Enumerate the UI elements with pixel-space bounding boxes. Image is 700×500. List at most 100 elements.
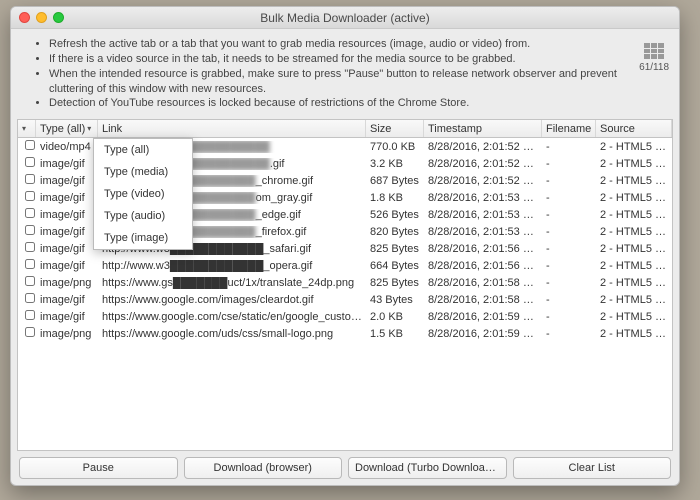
window-maximize-button[interactable] (53, 12, 64, 23)
cell-timestamp: 8/28/2016, 2:01:52 PM (424, 141, 542, 153)
cell-filename: - (542, 209, 596, 221)
row-checkbox[interactable] (25, 140, 35, 150)
cell-size: 770.0 KB (366, 141, 424, 153)
cell-filename: - (542, 260, 596, 272)
cell-filename: - (542, 243, 596, 255)
cell-source: 2 - HTML5 Video (596, 294, 672, 306)
column-type[interactable]: Type (all) ▾ (36, 120, 98, 137)
cell-source: 2 - HTML5 Video (596, 226, 672, 238)
cell-link: https://www.google.com/uds/css/small-log… (98, 328, 366, 340)
counter-text: 61/118 (639, 61, 669, 75)
cell-source: 2 - HTML5 Video (596, 209, 672, 221)
download-tdm-button[interactable]: Download (Turbo Download Mana... (348, 457, 507, 479)
media-table: ▾ Type (all) ▾ Link Size Timestamp Filen… (17, 119, 673, 451)
cell-size: 825 Bytes (366, 243, 424, 255)
counter-widget[interactable]: 61/118 (639, 43, 669, 75)
dropdown-item-media[interactable]: Type (media) (94, 161, 192, 183)
instructions-panel: Refresh the active tab or a tab that you… (11, 29, 679, 119)
row-checkbox[interactable] (25, 259, 35, 269)
cell-size: 1.5 KB (366, 328, 424, 340)
chevron-down-icon: ▾ (22, 124, 26, 133)
cell-filename: - (542, 192, 596, 204)
cell-type: video/mp4 (36, 141, 98, 153)
cell-type: image/png (36, 328, 98, 340)
instruction-item: If there is a video source in the tab, i… (49, 52, 619, 67)
table-row[interactable]: image/gifhttps://www.google.com/cse/stat… (18, 308, 672, 325)
pause-button[interactable]: Pause (19, 457, 178, 479)
cell-link: http://www.w3████████████_opera.gif (98, 260, 366, 272)
cell-type: image/gif (36, 209, 98, 221)
window-close-button[interactable] (19, 12, 30, 23)
cell-size: 3.2 KB (366, 158, 424, 170)
table-row[interactable]: image/gifhttps://www.google.com/images/c… (18, 291, 672, 308)
cell-size: 43 Bytes (366, 294, 424, 306)
cell-filename: - (542, 294, 596, 306)
window-title: Bulk Media Downloader (active) (11, 11, 679, 25)
row-checkbox[interactable] (25, 327, 35, 337)
cell-timestamp: 8/28/2016, 2:01:58 PM (424, 277, 542, 289)
cell-type: image/gif (36, 226, 98, 238)
cell-filename: - (542, 226, 596, 238)
cell-size: 1.8 KB (366, 192, 424, 204)
column-filename[interactable]: Filename (542, 120, 596, 137)
table-row[interactable]: image/gifhttp://www.w3████████████_opera… (18, 257, 672, 274)
row-checkbox[interactable] (25, 208, 35, 218)
cell-type: image/gif (36, 158, 98, 170)
window-minimize-button[interactable] (36, 12, 47, 23)
cell-timestamp: 8/28/2016, 2:01:59 PM (424, 328, 542, 340)
column-source[interactable]: Source (596, 120, 672, 137)
instruction-item: Detection of YouTube resources is locked… (49, 96, 619, 111)
titlebar: Bulk Media Downloader (active) (11, 7, 679, 29)
cell-timestamp: 8/28/2016, 2:01:53 PM (424, 226, 542, 238)
cell-size: 825 Bytes (366, 277, 424, 289)
cell-type: image/gif (36, 192, 98, 204)
table-header: ▾ Type (all) ▾ Link Size Timestamp Filen… (18, 120, 672, 138)
row-checkbox[interactable] (25, 191, 35, 201)
cell-type: image/gif (36, 294, 98, 306)
cell-timestamp: 8/28/2016, 2:01:58 PM (424, 294, 542, 306)
cell-timestamp: 8/28/2016, 2:01:56 PM (424, 243, 542, 255)
cell-filename: - (542, 311, 596, 323)
cell-size: 664 Bytes (366, 260, 424, 272)
cell-filename: - (542, 328, 596, 340)
table-row[interactable]: image/pnghttps://www.google.com/uds/css/… (18, 325, 672, 342)
cell-size: 2.0 KB (366, 311, 424, 323)
column-link[interactable]: Link (98, 120, 366, 137)
footer-toolbar: Pause Download (browser) Download (Turbo… (11, 451, 679, 485)
cell-link: https://www.google.com/images/cleardot.g… (98, 294, 366, 306)
cell-source: 2 - HTML5 Video (596, 243, 672, 255)
instruction-item: Refresh the active tab or a tab that you… (49, 37, 619, 52)
column-size[interactable]: Size (366, 120, 424, 137)
cell-type: image/gif (36, 260, 98, 272)
app-window: Bulk Media Downloader (active) Refresh t… (10, 6, 680, 486)
download-browser-button[interactable]: Download (browser) (184, 457, 343, 479)
clear-list-button[interactable]: Clear List (513, 457, 672, 479)
row-checkbox[interactable] (25, 225, 35, 235)
row-checkbox[interactable] (25, 293, 35, 303)
cell-timestamp: 8/28/2016, 2:01:52 PM (424, 158, 542, 170)
cell-type: image/gif (36, 243, 98, 255)
instruction-item: When the intended resource is grabbed, m… (49, 67, 619, 97)
cell-source: 2 - HTML5 Video (596, 192, 672, 204)
dropdown-item-image[interactable]: Type (image) (94, 227, 192, 249)
cell-type: image/png (36, 277, 98, 289)
dropdown-item-audio[interactable]: Type (audio) (94, 205, 192, 227)
dropdown-item-video[interactable]: Type (video) (94, 183, 192, 205)
table-row[interactable]: image/pnghttps://www.gs███████uct/1x/tra… (18, 274, 672, 291)
cell-type: image/gif (36, 311, 98, 323)
column-timestamp[interactable]: Timestamp (424, 120, 542, 137)
row-checkbox[interactable] (25, 276, 35, 286)
cell-timestamp: 8/28/2016, 2:01:52 PM (424, 175, 542, 187)
row-checkbox[interactable] (25, 157, 35, 167)
row-checkbox[interactable] (25, 174, 35, 184)
row-checkbox[interactable] (25, 310, 35, 320)
chevron-down-icon: ▾ (87, 124, 91, 133)
cell-link: https://www.gs███████uct/1x/translate_24… (98, 277, 366, 289)
cell-filename: - (542, 175, 596, 187)
cell-timestamp: 8/28/2016, 2:01:59 PM (424, 311, 542, 323)
dropdown-item-all[interactable]: Type (all) (94, 139, 192, 161)
cell-link: https://www.google.com/cse/static/en/goo… (98, 311, 366, 323)
cell-size: 820 Bytes (366, 226, 424, 238)
row-checkbox[interactable] (25, 242, 35, 252)
column-checkbox[interactable]: ▾ (18, 120, 36, 137)
